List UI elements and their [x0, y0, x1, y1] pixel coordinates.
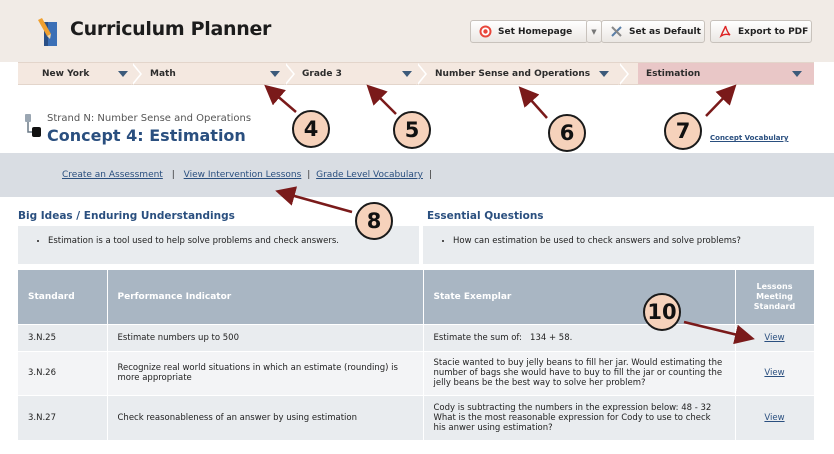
strand-label: Strand N: Number Sense and Operations: [47, 113, 252, 124]
callout-7: 7: [664, 112, 702, 150]
callout-4: 4: [292, 110, 330, 148]
exemplar-cell: Estimate the sum of: 134 + 58.: [423, 323, 736, 351]
app-title: Curriculum Planner: [70, 18, 272, 40]
callout-8: 8: [355, 202, 393, 240]
standard-cell: 3.N.26: [18, 350, 108, 395]
view-lessons-link[interactable]: View: [764, 413, 784, 423]
column-header-lessons: Lessons Meeting Standard: [735, 270, 815, 324]
breadcrumb: New York Math Grade 3 Number Sense and O…: [18, 62, 814, 85]
standard-cell: 3.N.27: [18, 394, 108, 440]
link-separator: |: [171, 170, 175, 180]
target-icon: [479, 25, 492, 38]
intervention-lessons-link[interactable]: View Intervention Lessons: [184, 170, 302, 180]
link-separator: |: [307, 170, 311, 180]
set-homepage-label: Set Homepage: [498, 26, 573, 37]
table-row: 3.N.25 Estimate numbers up to 500 Estima…: [18, 323, 815, 351]
create-assessment-link[interactable]: Create an Assessment: [62, 170, 163, 180]
breadcrumb-grade-label: Grade 3: [302, 68, 342, 79]
pdf-icon: [719, 25, 732, 38]
indicator-cell: Estimate numbers up to 500: [107, 323, 424, 351]
export-pdf-label: Export to PDF: [738, 26, 809, 37]
callout-10: 10: [643, 293, 681, 331]
column-header-indicator: Performance Indicator: [107, 270, 424, 324]
view-lessons-link[interactable]: View: [764, 333, 784, 343]
hierarchy-icon: [25, 114, 41, 137]
exemplar-cell: Cody is subtracting the numbers in the e…: [423, 394, 736, 440]
breadcrumb-state[interactable]: New York: [42, 63, 89, 84]
export-pdf-button[interactable]: Export to PDF: [710, 20, 812, 43]
link-separator: |: [428, 170, 432, 180]
breadcrumb-state-label: New York: [42, 68, 90, 79]
column-header-standard: Standard: [18, 270, 108, 324]
action-links-bar: Create an Assessment | View Intervention…: [0, 153, 834, 197]
grade-vocabulary-link[interactable]: Grade Level Vocabulary: [316, 170, 423, 180]
essential-questions-item: How can estimation be used to check answ…: [453, 236, 814, 246]
table-row: 3.N.26 Recognize real world situations i…: [18, 350, 815, 395]
exemplar-cell: Stacie wanted to buy jelly beans to fill…: [423, 350, 736, 395]
arrow-4: [264, 84, 297, 113]
breadcrumb-concept[interactable]: Estimation: [646, 63, 700, 84]
indicator-cell: Check reasonableness of an answer by usi…: [107, 394, 424, 440]
breadcrumb-grade[interactable]: Grade 3: [302, 63, 342, 84]
standards-table: Standard Performance Indicator State Exe…: [18, 270, 815, 440]
breadcrumb-concept-label: Estimation: [646, 68, 701, 79]
tools-icon: [610, 25, 623, 38]
standard-cell: 3.N.25: [18, 323, 108, 351]
breadcrumb-subject[interactable]: Math: [150, 63, 176, 84]
breadcrumb-strand[interactable]: Number Sense and Operations: [435, 63, 590, 84]
column-header-exemplar: State Exemplar: [423, 270, 736, 324]
set-as-default-button[interactable]: Set as Default: [601, 20, 705, 43]
essential-questions-box: How can estimation be used to check answ…: [423, 226, 814, 264]
breadcrumb-subject-label: Math: [150, 68, 176, 79]
essential-questions-heading: Essential Questions: [427, 210, 544, 222]
view-lessons-link[interactable]: View: [764, 368, 784, 378]
pencil-book-icon: [38, 18, 57, 46]
callout-6: 6: [548, 114, 586, 152]
chevron-down-icon[interactable]: [402, 71, 412, 77]
arrow-6: [518, 86, 548, 119]
set-as-default-label: Set as Default: [629, 26, 701, 37]
breadcrumb-strand-label: Number Sense and Operations: [435, 68, 591, 79]
big-ideas-heading: Big Ideas / Enduring Understandings: [18, 210, 235, 222]
table-row: 3.N.27 Check reasonableness of an answer…: [18, 394, 815, 440]
big-ideas-item: Estimation is a tool used to help solve …: [48, 236, 419, 246]
arrow-7: [705, 84, 737, 117]
table-header-row: Standard Performance Indicator State Exe…: [18, 270, 815, 324]
chevron-down-icon: ▼: [591, 27, 597, 36]
chevron-down-icon[interactable]: [792, 71, 802, 77]
concept-vocabulary-link[interactable]: Concept Vocabulary: [710, 134, 788, 142]
arrow-5: [366, 84, 397, 115]
set-homepage-dropdown-button[interactable]: ▼: [586, 20, 602, 43]
set-homepage-button[interactable]: Set Homepage: [470, 20, 588, 43]
chevron-down-icon[interactable]: [599, 71, 609, 77]
app-header: Curriculum Planner Set Homepage ▼ Set as…: [0, 0, 834, 62]
page-title: Concept 4: Estimation: [47, 126, 246, 145]
indicator-cell: Recognize real world situations in which…: [107, 350, 424, 395]
chevron-down-icon[interactable]: [118, 71, 128, 77]
chevron-down-icon[interactable]: [270, 71, 280, 77]
callout-5: 5: [393, 111, 431, 149]
